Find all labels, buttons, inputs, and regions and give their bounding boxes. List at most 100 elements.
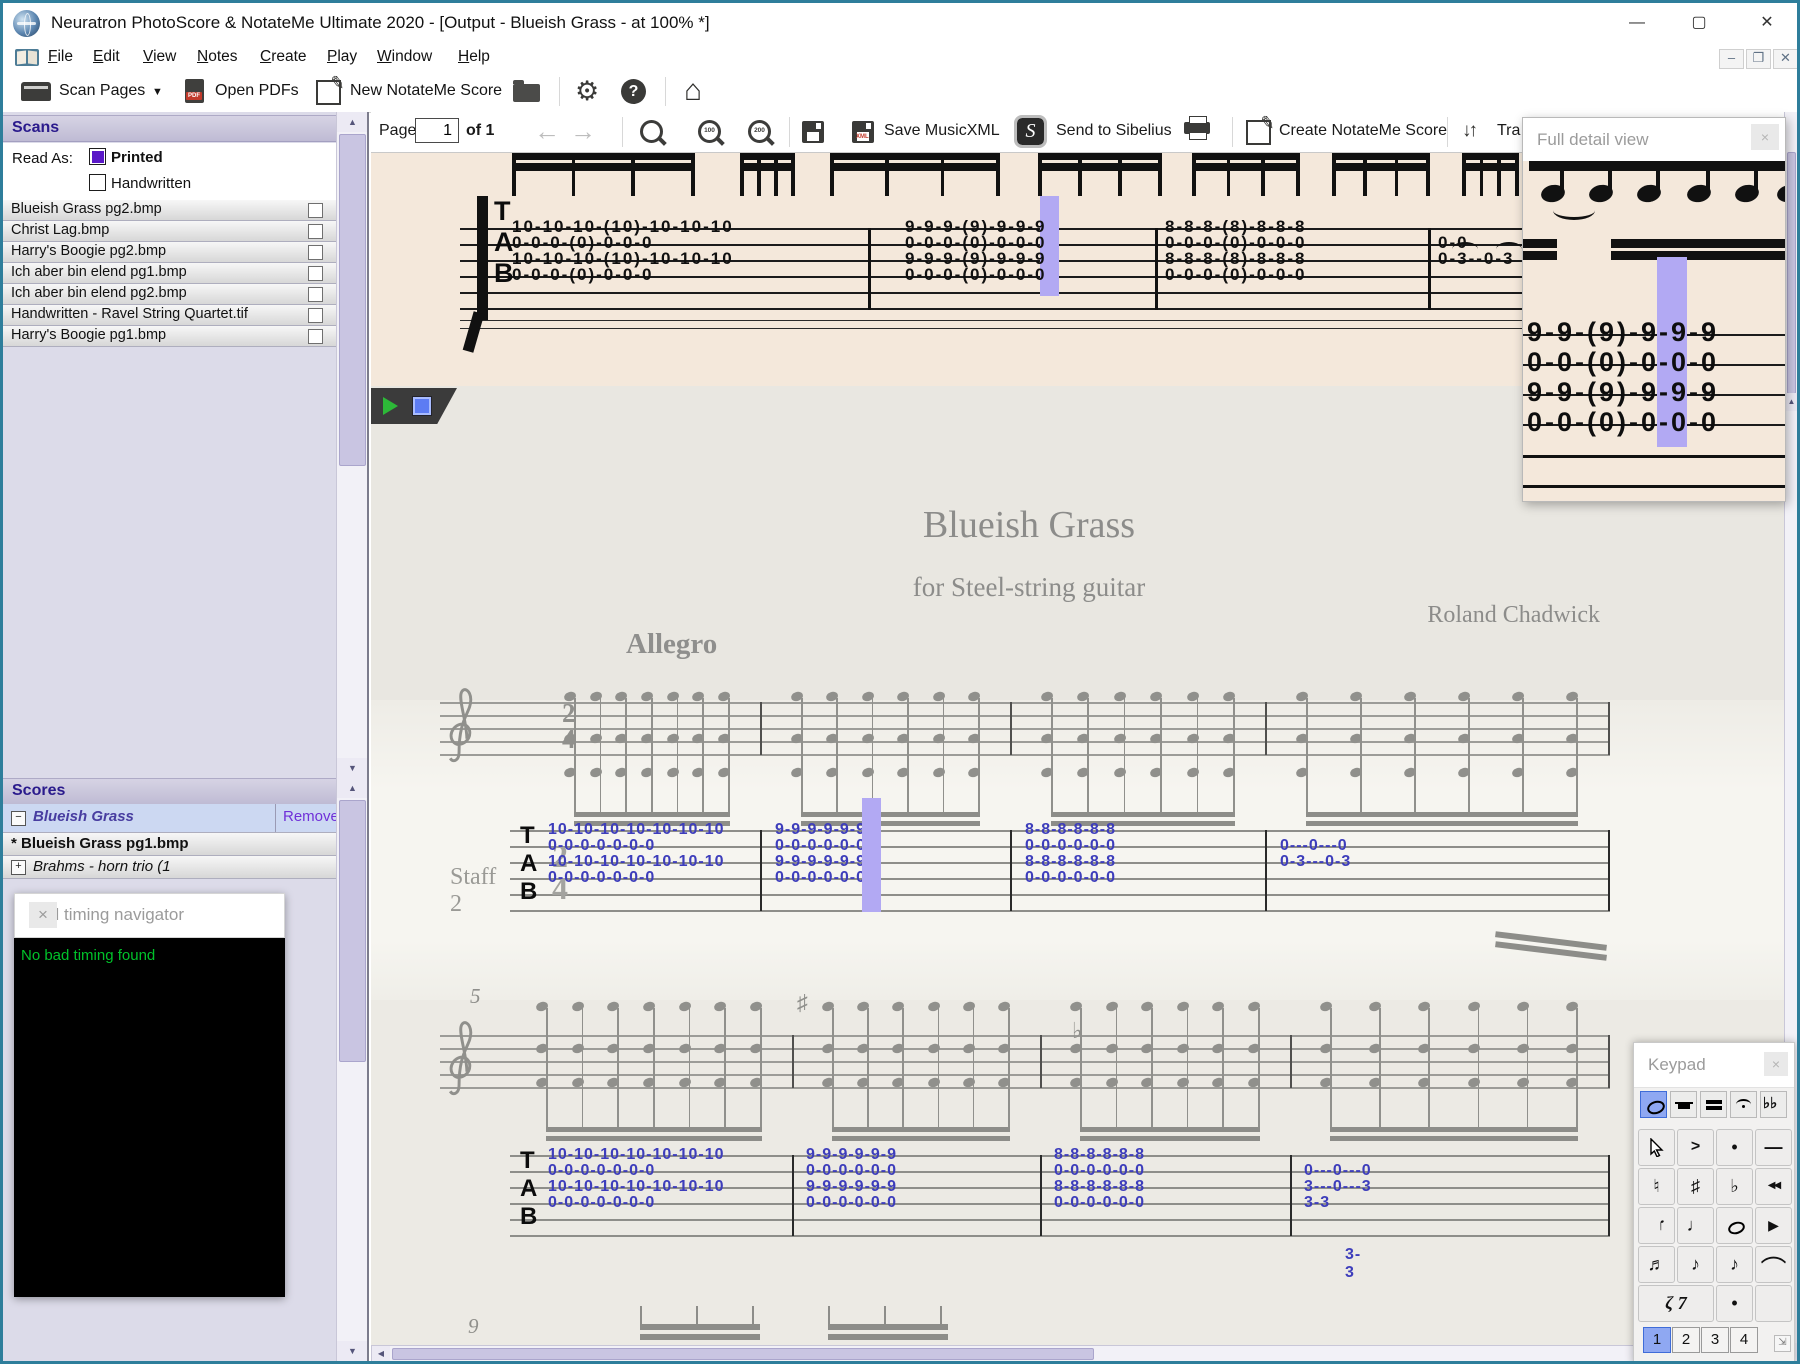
save-musicxml-button[interactable]: Save MusicXML (884, 122, 1000, 140)
menu-item-create[interactable]: Create (260, 48, 307, 66)
scan-file-checkbox[interactable] (308, 203, 323, 218)
zoom-100-icon[interactable]: 100 (698, 120, 721, 143)
scan-file-row[interactable]: Harry's Boogie pg2.bmp (3, 242, 336, 263)
menu-item-edit[interactable]: Edit (93, 48, 120, 66)
notes-tab[interactable] (1640, 1091, 1667, 1118)
scroll-down-icon[interactable]: ▼ (337, 1341, 368, 1361)
scroll-up-icon[interactable]: ▲ (337, 778, 368, 798)
keypad-page-1[interactable]: 1 (1643, 1327, 1671, 1353)
keypad-blank[interactable] (1755, 1285, 1792, 1322)
scan-file-row[interactable]: Ich aber bin elend pg2.bmp (3, 284, 336, 305)
scan-file-row[interactable]: Ich aber bin elend pg1.bmp (3, 263, 336, 284)
keypad-flat[interactable]: ♭ (1716, 1168, 1753, 1205)
keypad-tenuto[interactable]: — (1755, 1129, 1792, 1166)
expand-icon[interactable]: + (11, 860, 26, 875)
keypad-eighth-note[interactable]: ♪ (1677, 1246, 1714, 1283)
keypad-sixteenth-note[interactable]: ♬ (1638, 1246, 1675, 1283)
menu-item-window[interactable]: Window (377, 48, 432, 66)
next-page-icon[interactable]: → (570, 118, 596, 144)
scan-file-checkbox[interactable] (308, 266, 323, 281)
scroll-up-icon[interactable]: ▲ (337, 112, 368, 132)
beams-tab[interactable] (1700, 1091, 1727, 1118)
help-icon[interactable]: ? (621, 79, 646, 104)
keypad-page-3[interactable]: 3 (1701, 1327, 1729, 1353)
create-notateme-score-button[interactable]: Create NotateMe Score (1279, 122, 1447, 140)
minimize-button[interactable]: — (1614, 3, 1660, 43)
scroll-up-icon[interactable]: ▲ (1785, 393, 1798, 411)
mdi-close-button[interactable]: ✕ (1773, 49, 1798, 69)
maximize-button[interactable]: ▢ (1676, 3, 1722, 43)
score-row[interactable]: * Blueish Grass pg1.bmp (3, 833, 336, 856)
stop-icon[interactable] (412, 396, 432, 416)
close-icon[interactable]: × (29, 902, 57, 928)
close-icon[interactable]: × (1751, 124, 1779, 150)
home-icon[interactable]: ⌂ (684, 76, 702, 106)
keypad-rests[interactable]: ζ 7 (1638, 1285, 1714, 1322)
scroll-down-icon[interactable]: ▼ (337, 758, 368, 778)
keypad-staccato-dot[interactable]: • (1716, 1129, 1753, 1166)
scan-file-checkbox[interactable] (308, 245, 323, 260)
scan-file-checkbox[interactable] (308, 329, 323, 344)
zoom-200-icon[interactable]: 200 (748, 120, 771, 143)
save-musicxml-icon[interactable]: XML (852, 121, 874, 143)
close-icon[interactable]: × (1764, 1052, 1788, 1076)
scan-file-row[interactable]: Blueish Grass pg2.bmp (3, 200, 336, 221)
keypad-play[interactable]: ▶ (1755, 1207, 1792, 1244)
transpose-button[interactable]: Tra (1497, 122, 1520, 140)
new-notateme-score-button[interactable]: New NotateMe Score (350, 82, 502, 100)
close-button[interactable]: ✕ (1744, 3, 1790, 43)
play-icon[interactable] (383, 397, 398, 415)
scores-scrollbar-thumb[interactable] (339, 800, 366, 1062)
keypad-page-2[interactable]: 2 (1672, 1327, 1700, 1353)
score-row[interactable]: + Brahms - horn trio (1 (3, 856, 336, 879)
menu-item-file[interactable]: File (48, 48, 73, 66)
scan-file-checkbox[interactable] (308, 308, 323, 323)
scan-file-row[interactable]: Harry's Boogie pg1.bmp (3, 326, 336, 347)
handwritten-checkbox[interactable] (89, 174, 106, 191)
zoom-icon[interactable] (640, 120, 663, 143)
mdi-minimize-button[interactable]: – (1719, 49, 1744, 69)
keypad-tie[interactable]: ⌒ (1755, 1246, 1792, 1285)
scores-scrollbar[interactable]: ▲ ▼ (336, 778, 368, 1361)
open-pdfs-button[interactable]: Open PDFs (215, 82, 299, 100)
save-icon[interactable] (802, 121, 824, 143)
keypad-rewind[interactable]: ◀◀ (1755, 1168, 1792, 1205)
transpose-updown-icon[interactable]: ↓↑ (1462, 120, 1478, 142)
resize-grip-icon[interactable]: ⇲ (1774, 1335, 1791, 1352)
keypad-eighth-note-small[interactable]: ♪ (1716, 1246, 1753, 1283)
previous-page-icon[interactable]: ← (534, 118, 560, 144)
scans-scrollbar[interactable]: ▲ ▼ (336, 112, 368, 778)
printer-icon[interactable] (1184, 116, 1210, 140)
scan-file-row[interactable]: Handwritten - Ravel String Quartet.tif (3, 305, 336, 326)
scan-pages-button[interactable]: Scan Pages (59, 82, 145, 100)
open-folder-icon[interactable] (513, 80, 540, 102)
keypad-quarter-note[interactable]: ♩ (1677, 1207, 1714, 1244)
keypad-augmentation-dot[interactable]: • (1716, 1285, 1753, 1322)
keypad-quarter-note-down[interactable]: ♩ (1638, 1207, 1675, 1244)
menu-item-help[interactable]: Help (458, 48, 490, 66)
keypad-page-4[interactable]: 4 (1730, 1327, 1758, 1353)
mdi-restore-button[interactable]: ❐ (1746, 49, 1771, 69)
remove-score-link[interactable]: Remove (283, 808, 339, 825)
main-hscroll-thumb[interactable] (392, 1348, 1094, 1360)
menu-item-view[interactable]: View (143, 48, 176, 66)
keypad-whole-note[interactable] (1716, 1207, 1753, 1244)
keypad-sharp[interactable]: ♯ (1677, 1168, 1714, 1205)
menu-item-notes[interactable]: Notes (197, 48, 238, 66)
keypad-accent[interactable]: > (1677, 1129, 1714, 1166)
menu-item-play[interactable]: Play (327, 48, 357, 66)
chevron-down-icon[interactable]: ▼ (152, 86, 163, 98)
gear-icon[interactable]: ⚙ (575, 78, 599, 105)
keypad-natural[interactable]: ♮ (1638, 1168, 1675, 1205)
full-detail-image[interactable]: 9-9-(9)-9-9-9 0-0-(0)-0-0-0 9-9-(9)-9-9-9 0… (1523, 161, 1785, 501)
main-vscroll-thumb[interactable] (1787, 152, 1796, 394)
rests-tab[interactable] (1670, 1091, 1697, 1118)
scan-file-row[interactable]: Christ Lag.bmp (3, 221, 336, 242)
scan-file-checkbox[interactable] (308, 287, 323, 302)
articulations-tab[interactable] (1730, 1091, 1757, 1118)
collapse-icon[interactable]: − (11, 811, 26, 826)
scans-scrollbar-thumb[interactable] (339, 134, 366, 466)
accidentals-tab[interactable]: ♭♭ (1760, 1091, 1787, 1118)
send-to-sibelius-button[interactable]: Send to Sibelius (1056, 122, 1172, 140)
keypad-pointer-tool[interactable] (1638, 1129, 1675, 1166)
